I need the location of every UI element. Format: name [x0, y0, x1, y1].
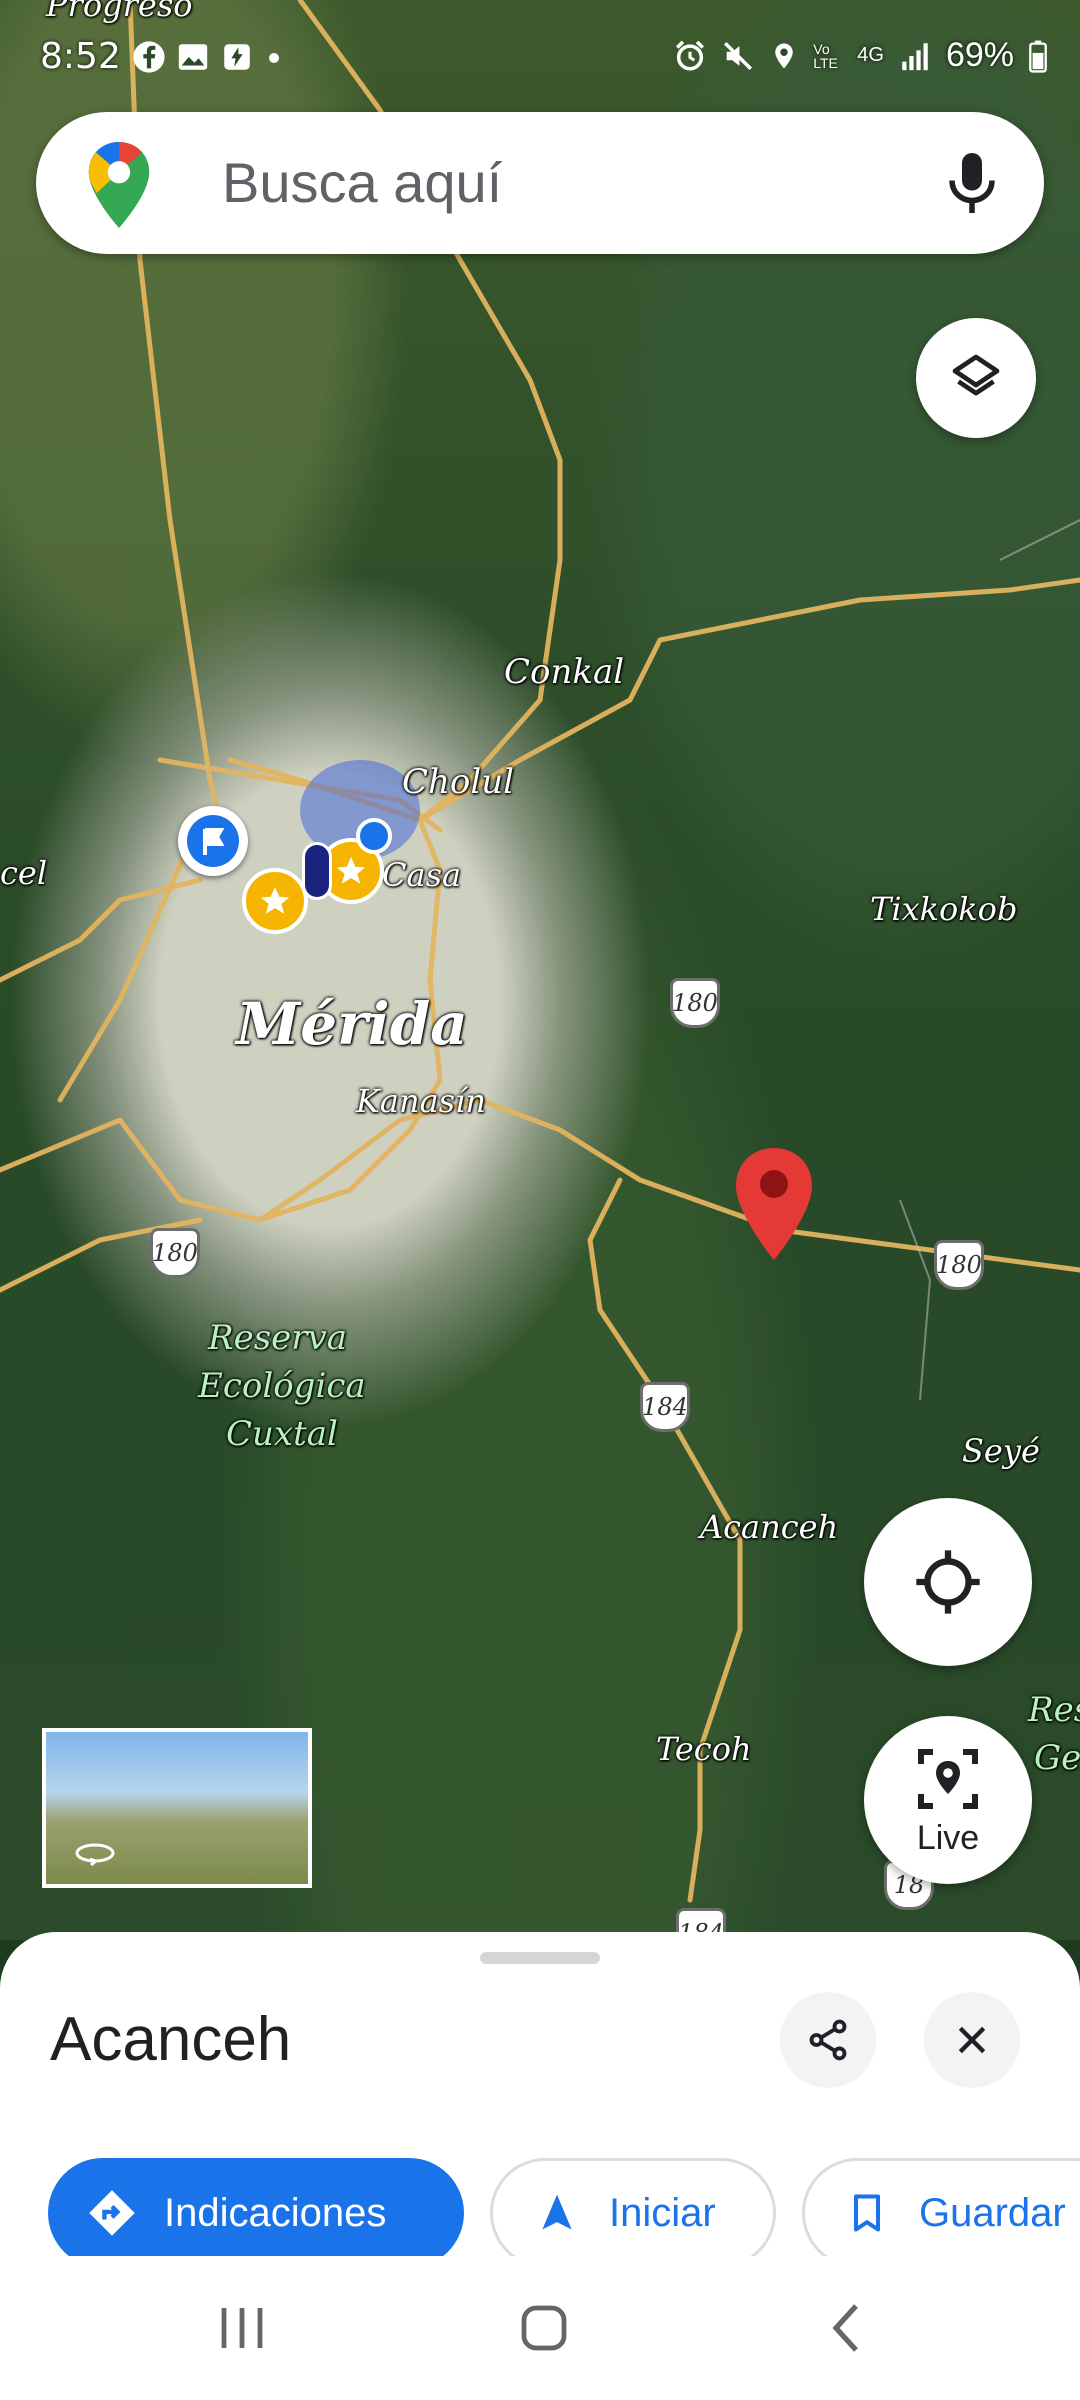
search-bar[interactable]: Busca aquí: [36, 112, 1044, 254]
save-label: Guardar: [919, 2190, 1066, 2235]
highway-shield-184: 184: [640, 1382, 690, 1432]
current-location-dot: [356, 818, 392, 854]
directions-label: Indicaciones: [164, 2190, 387, 2235]
map-label-merida: Mérida: [236, 990, 468, 1058]
map-label-seye: Seyé: [962, 1432, 1040, 1470]
map-label-reserva: Reserva: [208, 1318, 348, 1358]
starred-place-marker[interactable]: [242, 868, 308, 934]
map-label-conkal: Conkal: [504, 652, 625, 692]
layers-button[interactable]: [916, 318, 1036, 438]
highway-shield-180: 180: [670, 978, 720, 1028]
battery-icon: [1029, 40, 1047, 73]
map-label-casa: Casa: [382, 856, 462, 894]
directions-icon: [89, 2190, 135, 2236]
alarm-icon: [676, 40, 705, 71]
map-label-cel: cel: [0, 854, 48, 892]
recent-apps-icon: [221, 2308, 263, 2348]
map-label-tecoh: Tecoh: [656, 1730, 752, 1768]
map-label-ge-right: Ge: [1034, 1738, 1080, 1778]
back-icon: [832, 2304, 858, 2352]
battery-percent: 69%: [945, 36, 1014, 74]
highway-shield-180: 180: [934, 1240, 984, 1290]
share-button[interactable]: [780, 1992, 876, 2088]
highway-shield-180: 180: [150, 1228, 200, 1278]
map-label-acanceh: Acanceh: [700, 1508, 839, 1546]
street-view-thumbnail[interactable]: [42, 1728, 312, 1888]
live-view-icon: [918, 1748, 978, 1809]
volte-indicator: Vo LTE: [813, 40, 838, 71]
network-indicator: 4G: [857, 44, 884, 66]
my-location-button[interactable]: [864, 1498, 1032, 1666]
status-time: 8:52: [40, 36, 121, 77]
bookmark-icon: [853, 2194, 881, 2232]
star-icon: [336, 856, 366, 884]
signal-icon: [902, 42, 928, 70]
share-icon: [809, 2019, 847, 2061]
map-label-kanasin: Kanasín: [356, 1082, 486, 1120]
home-icon: [521, 2305, 567, 2351]
flag-icon: [187, 815, 239, 867]
search-input[interactable]: Busca aquí: [222, 150, 502, 215]
map-label-tixkokob: Tixkokob: [870, 890, 1018, 928]
battery-saver-icon: [224, 44, 250, 70]
map-label-cuxtal: Cuxtal: [226, 1414, 338, 1454]
drag-handle[interactable]: [480, 1952, 600, 1964]
red-location-pin-icon: [736, 1148, 812, 1260]
start-label: Iniciar: [609, 2190, 716, 2235]
status-bar: 8:52 Vo LTE 4G 69%: [0, 0, 1080, 120]
saved-place-flag-marker[interactable]: [178, 806, 248, 876]
back-button[interactable]: [806, 2292, 886, 2364]
map-label-res-right: Res: [1028, 1690, 1080, 1730]
live-label: Live: [916, 1818, 980, 1857]
system-navigation-bar: [0, 2256, 1080, 2400]
place-bottom-sheet[interactable]: Acanceh Indicaciones Iniciar Guardar: [0, 1932, 1080, 2256]
map-label-cholul: Cholul: [402, 762, 515, 802]
save-button[interactable]: Guardar: [802, 2158, 1080, 2256]
close-button[interactable]: [924, 1992, 1020, 2088]
location-icon: [775, 43, 793, 68]
live-view-button[interactable]: Live: [864, 1716, 1032, 1884]
microphone-icon[interactable]: [942, 150, 1002, 216]
place-marker[interactable]: [302, 842, 332, 900]
recent-apps-button[interactable]: [202, 2292, 282, 2364]
close-icon: [958, 2026, 986, 2054]
crosshair-location-icon: [916, 1550, 980, 1614]
map-label-ecologica: Ecológica: [198, 1366, 366, 1406]
mute-icon: [724, 41, 753, 70]
layers-icon: [952, 354, 1000, 396]
star-icon: [260, 886, 290, 914]
more-dot-icon: [269, 53, 279, 63]
google-maps-logo-icon: [88, 142, 150, 228]
360-rotate-icon: [75, 1843, 115, 1867]
start-navigation-button[interactable]: Iniciar: [490, 2158, 776, 2256]
place-title: Acanceh: [50, 2005, 292, 2074]
gallery-icon: [178, 44, 208, 70]
navigation-arrow-icon: [542, 2194, 572, 2230]
facebook-icon: [133, 41, 165, 73]
directions-button[interactable]: Indicaciones: [48, 2158, 464, 2256]
home-button[interactable]: [504, 2292, 584, 2364]
